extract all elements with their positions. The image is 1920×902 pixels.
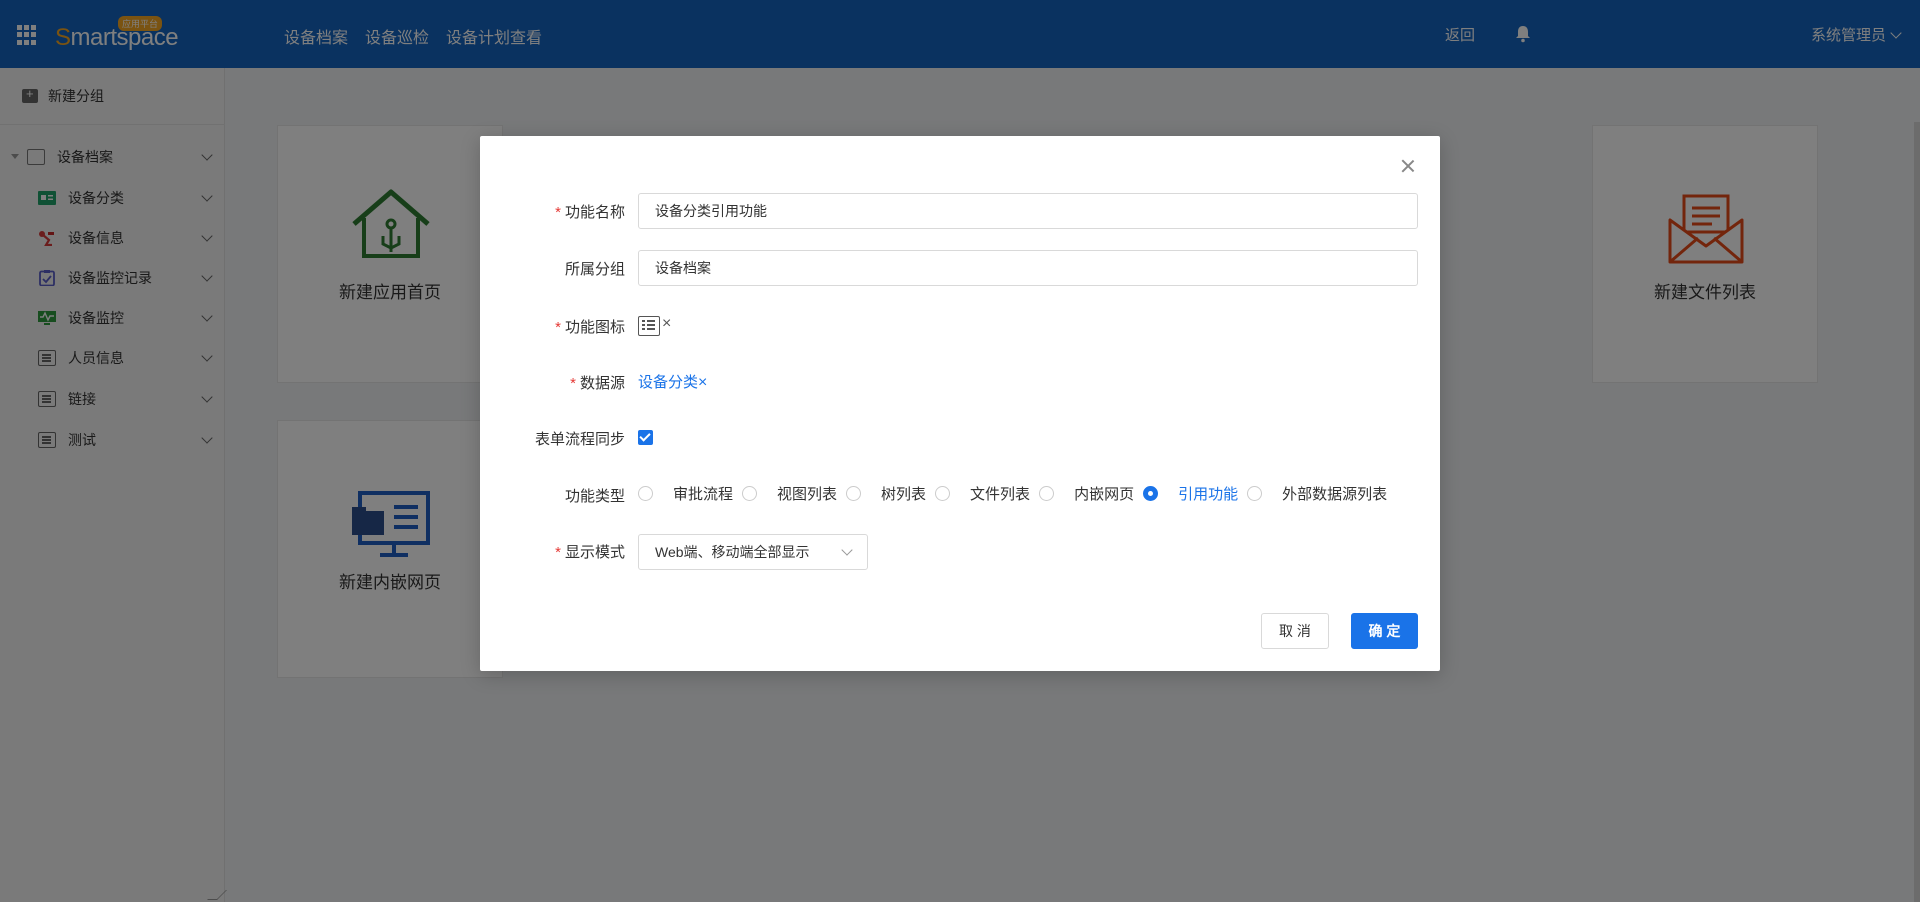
- remove-icon-button[interactable]: ×: [662, 315, 671, 333]
- selected-list-icon[interactable]: [638, 316, 660, 336]
- datasource-value: 设备分类: [638, 374, 699, 391]
- sync-checkbox[interactable]: [638, 430, 653, 445]
- radio-label: 引用功能: [1178, 486, 1239, 503]
- display-mode-value: Web端、移动端全部显示: [655, 544, 810, 560]
- field-label-sync: 表单流程同步: [534, 431, 625, 448]
- field-label-text: 功能名称: [564, 204, 625, 221]
- cancel-button[interactable]: 取 消: [1261, 613, 1329, 649]
- radio-dot: [638, 486, 653, 501]
- radio-view-list[interactable]: 视图列表: [742, 483, 837, 504]
- field-label-text: 显示模式: [564, 544, 625, 561]
- radio-dot: [846, 486, 862, 501]
- radio-dot: [935, 486, 951, 501]
- field-label-name: * 功能名称: [555, 201, 625, 222]
- confirm-button[interactable]: 确 定: [1351, 613, 1418, 649]
- datasource-tag[interactable]: 设备分类×: [638, 371, 707, 392]
- field-label-icon: * 功能图标: [555, 316, 625, 337]
- radio-label: 文件列表: [970, 486, 1031, 503]
- radio-dot: [1039, 486, 1055, 501]
- field-label-source: * 数据源: [570, 372, 625, 393]
- type-radio-group: 审批流程 视图列表 树列表 文件列表 内嵌网页 引用功能 外部数据源列表: [638, 483, 1396, 504]
- function-name-input[interactable]: [638, 193, 1418, 229]
- display-mode-select[interactable]: Web端、移动端全部显示: [638, 534, 868, 570]
- radio-label: 内嵌网页: [1074, 486, 1135, 503]
- radio-dot: [1143, 486, 1159, 501]
- radio-external-source-list[interactable]: 外部数据源列表: [1247, 483, 1387, 504]
- close-icon[interactable]: [1400, 158, 1416, 174]
- radio-reference-function[interactable]: 引用功能: [1143, 483, 1238, 504]
- radio-dot: [742, 486, 758, 501]
- remove-source-button[interactable]: ×: [698, 374, 707, 391]
- field-label-text: 功能图标: [564, 319, 625, 336]
- required-mark: *: [555, 544, 561, 561]
- radio-label: 树列表: [881, 486, 927, 503]
- required-mark: *: [555, 319, 561, 336]
- field-label-text: 数据源: [579, 375, 625, 392]
- field-label-type: 功能类型: [564, 488, 625, 505]
- radio-approval-flow[interactable]: 审批流程: [638, 483, 733, 504]
- radio-label: 视图列表: [777, 486, 838, 503]
- radio-embed-page[interactable]: 内嵌网页: [1039, 483, 1134, 504]
- radio-label: 外部数据源列表: [1282, 486, 1388, 503]
- radio-tree-list[interactable]: 树列表: [846, 483, 926, 504]
- field-label-group: 所属分组: [564, 261, 625, 278]
- radio-file-list[interactable]: 文件列表: [935, 483, 1030, 504]
- group-input[interactable]: [638, 250, 1418, 286]
- function-dialog: *功能名称 所属分组 *功能图标 × *数据源 设备分类× 表单流程同步 功能类…: [480, 136, 1440, 671]
- required-mark: *: [555, 204, 561, 221]
- chevron-down-icon: [841, 544, 853, 556]
- field-label-mode: * 显示模式: [555, 541, 625, 562]
- radio-dot: [1247, 486, 1263, 501]
- required-mark: *: [570, 375, 576, 392]
- radio-label: 审批流程: [673, 486, 734, 503]
